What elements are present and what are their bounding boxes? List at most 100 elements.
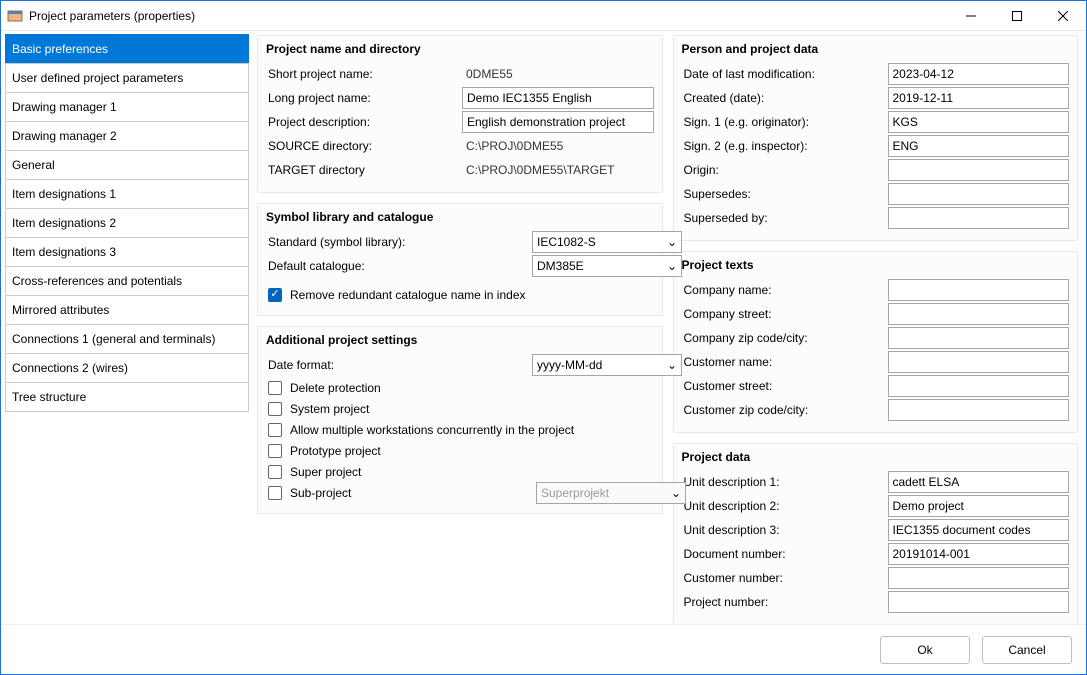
label-system-project: System project bbox=[290, 402, 369, 416]
input-project-number[interactable] bbox=[888, 591, 1070, 613]
panel-title: Additional project settings bbox=[266, 333, 654, 347]
select-sub-project-super: Superprojekt⌄ bbox=[536, 482, 686, 504]
panel-project-texts: Project texts Company name: Company stre… bbox=[673, 251, 1079, 433]
sidebar-item[interactable]: Mirrored attributes bbox=[5, 295, 249, 325]
select-default-catalogue[interactable]: DM385E⌄ bbox=[532, 255, 682, 277]
sidebar-item[interactable]: Item designations 3 bbox=[5, 237, 249, 267]
panel-project-name-directory: Project name and directory Short project… bbox=[257, 35, 663, 193]
panel-title: Symbol library and catalogue bbox=[266, 210, 654, 224]
input-customer-name[interactable] bbox=[888, 351, 1070, 373]
input-unit-1[interactable] bbox=[888, 471, 1070, 493]
label-last-modification: Date of last modification: bbox=[682, 67, 882, 81]
maximize-button[interactable] bbox=[994, 1, 1040, 31]
input-customer-number[interactable] bbox=[888, 567, 1070, 589]
sidebar: Basic preferencesUser defined project pa… bbox=[1, 31, 253, 624]
input-supersedes[interactable] bbox=[888, 183, 1070, 205]
input-last-modification[interactable] bbox=[888, 63, 1070, 85]
panel-additional-settings: Additional project settings Date format:… bbox=[257, 326, 663, 514]
select-date-format[interactable]: yyyy-MM-dd⌄ bbox=[532, 354, 682, 376]
panel-project-data: Project data Unit description 1: Unit de… bbox=[673, 443, 1079, 625]
sidebar-item[interactable]: User defined project parameters bbox=[5, 63, 249, 93]
label-standard-symbol-library: Standard (symbol library): bbox=[266, 235, 526, 249]
sidebar-item[interactable]: Item designations 2 bbox=[5, 208, 249, 238]
label-prototype-project: Prototype project bbox=[290, 444, 381, 458]
label-created-date: Created (date): bbox=[682, 91, 882, 105]
label-project-description: Project description: bbox=[266, 115, 456, 129]
sidebar-item[interactable]: Cross-references and potentials bbox=[5, 266, 249, 296]
value-short-project-name: 0DME55 bbox=[462, 65, 654, 83]
label-company-name: Company name: bbox=[682, 283, 882, 297]
footer: Ok Cancel bbox=[1, 624, 1086, 674]
checkbox-multi-workstations[interactable] bbox=[268, 423, 282, 437]
label-super-project: Super project bbox=[290, 465, 361, 479]
label-project-number: Project number: bbox=[682, 595, 882, 609]
panel-title: Project texts bbox=[682, 258, 1070, 272]
label-long-project-name: Long project name: bbox=[266, 91, 456, 105]
label-multi-workstations: Allow multiple workstations concurrently… bbox=[290, 423, 574, 437]
checkbox-delete-protection[interactable] bbox=[268, 381, 282, 395]
panel-title: Project name and directory bbox=[266, 42, 654, 56]
sidebar-item[interactable]: Drawing manager 1 bbox=[5, 92, 249, 122]
label-company-zip: Company zip code/city: bbox=[682, 331, 882, 345]
sidebar-item[interactable]: General bbox=[5, 150, 249, 180]
label-remove-redundant: Remove redundant catalogue name in index bbox=[290, 288, 526, 302]
label-date-format: Date format: bbox=[266, 358, 526, 372]
label-origin: Origin: bbox=[682, 163, 882, 177]
input-document-number[interactable] bbox=[888, 543, 1070, 565]
sidebar-item[interactable]: Connections 1 (general and terminals) bbox=[5, 324, 249, 354]
checkbox-system-project[interactable] bbox=[268, 402, 282, 416]
label-customer-name: Customer name: bbox=[682, 355, 882, 369]
label-unit-3: Unit description 3: bbox=[682, 523, 882, 537]
ok-button[interactable]: Ok bbox=[880, 636, 970, 664]
panel-symbol-library: Symbol library and catalogue Standard (s… bbox=[257, 203, 663, 316]
label-document-number: Document number: bbox=[682, 547, 882, 561]
titlebar: Project parameters (properties) bbox=[1, 1, 1086, 31]
cancel-button[interactable]: Cancel bbox=[982, 636, 1072, 664]
panel-title: Person and project data bbox=[682, 42, 1070, 56]
value-target-directory: C:\PROJ\0DME55\TARGET bbox=[462, 161, 654, 179]
label-supersedes: Supersedes: bbox=[682, 187, 882, 201]
value-source-directory: C:\PROJ\0DME55 bbox=[462, 137, 654, 155]
checkbox-remove-redundant[interactable]: ✓ bbox=[268, 288, 282, 302]
panel-person-project-data: Person and project data Date of last mod… bbox=[673, 35, 1079, 241]
label-customer-street: Customer street: bbox=[682, 379, 882, 393]
label-default-catalogue: Default catalogue: bbox=[266, 259, 526, 273]
label-unit-1: Unit description 1: bbox=[682, 475, 882, 489]
sidebar-item[interactable]: Tree structure bbox=[5, 382, 249, 412]
minimize-button[interactable] bbox=[948, 1, 994, 31]
label-company-street: Company street: bbox=[682, 307, 882, 321]
app-icon bbox=[7, 8, 23, 24]
sidebar-item[interactable]: Drawing manager 2 bbox=[5, 121, 249, 151]
label-customer-zip: Customer zip code/city: bbox=[682, 403, 882, 417]
sidebar-item[interactable]: Connections 2 (wires) bbox=[5, 353, 249, 383]
checkbox-prototype-project[interactable] bbox=[268, 444, 282, 458]
input-long-project-name[interactable] bbox=[462, 87, 654, 109]
label-sub-project: Sub-project bbox=[290, 486, 528, 500]
input-company-name[interactable] bbox=[888, 279, 1070, 301]
input-unit-3[interactable] bbox=[888, 519, 1070, 541]
sidebar-item[interactable]: Item designations 1 bbox=[5, 179, 249, 209]
label-short-project-name: Short project name: bbox=[266, 67, 456, 81]
checkbox-super-project[interactable] bbox=[268, 465, 282, 479]
input-company-street[interactable] bbox=[888, 303, 1070, 325]
label-unit-2: Unit description 2: bbox=[682, 499, 882, 513]
checkbox-sub-project[interactable] bbox=[268, 486, 282, 500]
input-company-zip[interactable] bbox=[888, 327, 1070, 349]
select-standard-symbol-library[interactable]: IEC1082-S⌄ bbox=[532, 231, 682, 253]
input-superseded-by[interactable] bbox=[888, 207, 1070, 229]
label-sign-1: Sign. 1 (e.g. originator): bbox=[682, 115, 882, 129]
input-customer-zip[interactable] bbox=[888, 399, 1070, 421]
input-sign-1[interactable] bbox=[888, 111, 1070, 133]
label-source-directory: SOURCE directory: bbox=[266, 139, 456, 153]
sidebar-item[interactable]: Basic preferences bbox=[5, 34, 249, 64]
input-customer-street[interactable] bbox=[888, 375, 1070, 397]
input-sign-2[interactable] bbox=[888, 135, 1070, 157]
label-sign-2: Sign. 2 (e.g. inspector): bbox=[682, 139, 882, 153]
close-button[interactable] bbox=[1040, 1, 1086, 31]
label-customer-number: Customer number: bbox=[682, 571, 882, 585]
input-unit-2[interactable] bbox=[888, 495, 1070, 517]
input-created-date[interactable] bbox=[888, 87, 1070, 109]
window: Project parameters (properties) Basic pr… bbox=[0, 0, 1087, 675]
input-project-description[interactable] bbox=[462, 111, 654, 133]
input-origin[interactable] bbox=[888, 159, 1070, 181]
